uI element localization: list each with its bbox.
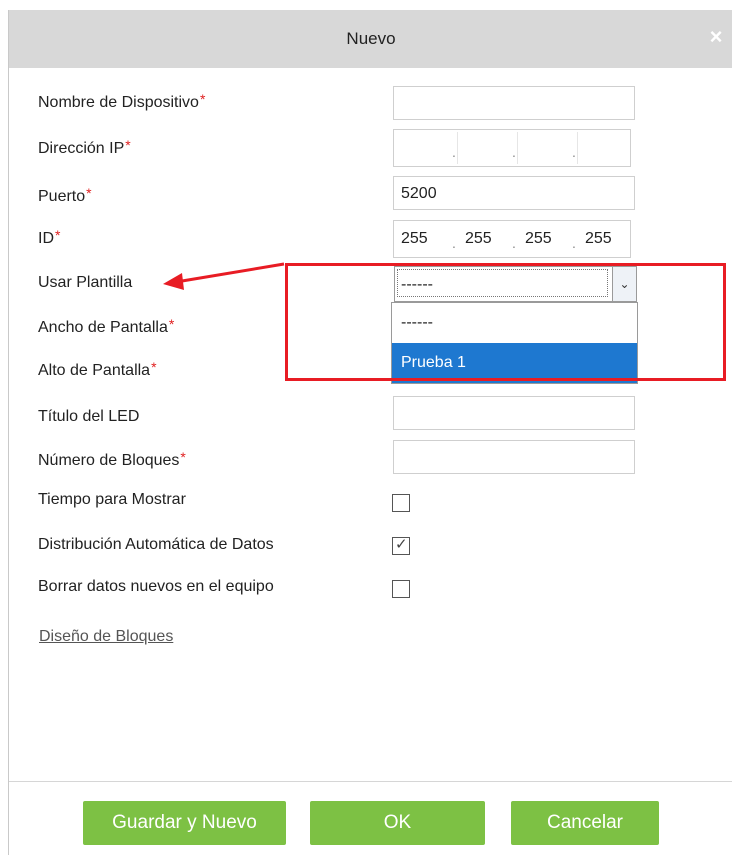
footer-divider	[9, 781, 732, 782]
show-time-label: Tiempo para Mostrar	[38, 491, 186, 508]
delete-new-data-checkbox[interactable]	[392, 580, 410, 598]
block-design-link[interactable]: Diseño de Bloques	[39, 628, 173, 646]
ip-address-input: . . .	[393, 129, 631, 167]
check-icon: ✓	[395, 536, 408, 553]
cancel-button[interactable]: Cancelar	[511, 801, 659, 845]
ip-address-label: Dirección IP*	[38, 137, 131, 157]
screen-width-label: Ancho de Pantalla*	[38, 316, 175, 336]
port-label: Puerto*	[38, 185, 92, 205]
required-mark: *	[180, 449, 186, 465]
save-and-new-button[interactable]: Guardar y Nuevo	[83, 801, 286, 845]
dialog-title: Nuevo	[346, 29, 396, 48]
block-count-label: Número de Bloques*	[38, 449, 186, 469]
device-name-label: Nombre de Dispositivo*	[38, 91, 206, 111]
dialog-titlebar: Nuevo ×	[9, 10, 732, 68]
template-label: Usar Plantilla	[38, 274, 133, 291]
required-mark: *	[168, 316, 175, 332]
auto-distribution-checkbox[interactable]: ✓	[392, 536, 410, 555]
led-title-label: Título del LED	[38, 408, 140, 425]
annotation-highlight-box	[285, 263, 726, 381]
id-dot: .	[572, 235, 576, 251]
show-time-checkbox[interactable]	[392, 494, 410, 512]
ip-octet-4[interactable]	[578, 130, 633, 166]
id-octet-2[interactable]: 255	[458, 221, 513, 257]
id-input: 255 . 255 . 255 . 255	[393, 220, 631, 258]
ip-octet-3[interactable]	[518, 130, 573, 166]
id-octet-3[interactable]: 255	[518, 221, 573, 257]
ip-octet-1[interactable]	[394, 130, 449, 166]
required-mark: *	[55, 227, 61, 243]
new-device-dialog: Nuevo × Nombre de Dispositivo* Dirección…	[8, 10, 732, 855]
delete-new-data-label: Borrar datos nuevos en el equipo	[38, 578, 274, 595]
screen-height-label: Alto de Pantalla*	[38, 359, 157, 379]
close-icon[interactable]: ×	[705, 24, 727, 50]
auto-distribution-label: Distribución Automática de Datos	[38, 536, 274, 553]
id-octet-1[interactable]: 255	[394, 221, 449, 257]
required-mark: *	[199, 91, 206, 107]
block-count-input[interactable]	[393, 440, 635, 474]
port-input[interactable]: 5200	[393, 176, 635, 210]
ok-button[interactable]: OK	[310, 801, 485, 845]
ip-dot: .	[452, 144, 456, 160]
device-name-input[interactable]	[393, 86, 635, 120]
ip-dot: .	[512, 144, 516, 160]
required-mark: *	[86, 185, 92, 201]
ip-octet-2[interactable]	[458, 130, 513, 166]
id-dot: .	[512, 235, 516, 251]
led-title-input[interactable]	[393, 396, 635, 430]
id-label: ID*	[38, 227, 61, 247]
required-mark: *	[125, 137, 131, 153]
id-octet-4[interactable]: 255	[578, 221, 633, 257]
required-mark: *	[151, 359, 157, 375]
id-dot: .	[452, 235, 456, 251]
ip-dot: .	[572, 144, 576, 160]
